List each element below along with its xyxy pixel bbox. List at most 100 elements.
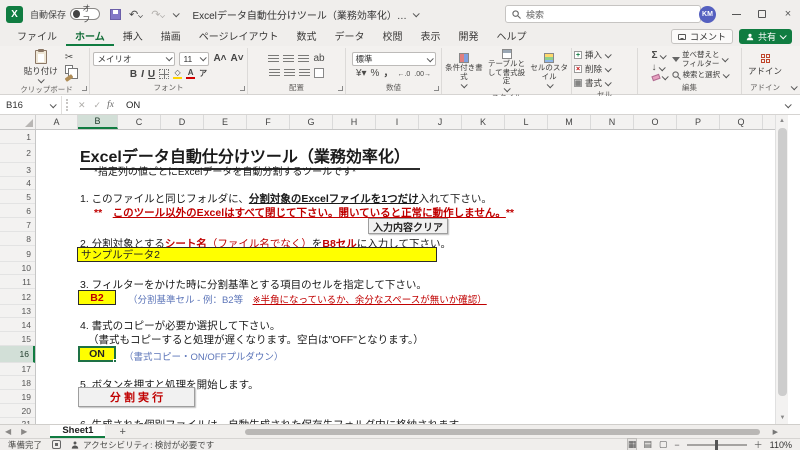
row-header-11[interactable]: 11 [0,275,35,289]
column-header-b[interactable]: B [78,115,118,129]
increase-font-icon[interactable]: A˄ [213,53,226,64]
macro-record-icon[interactable] [52,440,61,449]
copy-icon[interactable] [65,65,73,74]
column-header-h[interactable]: H [333,115,376,129]
column-header-o[interactable]: O [634,115,677,129]
customize-qat-chevron-icon[interactable] [173,10,180,17]
user-avatar[interactable]: KM [699,6,716,23]
ribbon-tab-4[interactable]: ページレイアウト [190,26,288,46]
add-sheet-button[interactable]: + [105,426,139,438]
vertical-scrollbar[interactable]: ▲ ▼ [775,115,788,424]
autosum-button[interactable]: Σ [652,51,665,61]
row-header-8[interactable]: 8 [0,232,35,246]
column-header-m[interactable]: M [548,115,591,129]
row-header-7[interactable]: 7 [0,218,35,232]
ribbon-tab-10[interactable]: ヘルプ [488,26,536,46]
row-header-6[interactable]: 6 [0,204,35,218]
column-header-n[interactable]: N [591,115,634,129]
find-select-button[interactable]: 検索と選択 [672,71,728,80]
row-header-16[interactable]: 16 [0,346,35,363]
ribbon-tab-2[interactable]: 挿入 [114,26,152,46]
page-break-view-icon[interactable]: ▢ [659,439,668,450]
row-header-14[interactable]: 14 [0,318,35,332]
formula-input[interactable]: ON [120,100,785,111]
align-center-icon[interactable] [284,69,295,77]
number-dialog-launcher-icon[interactable] [434,86,439,91]
column-header-g[interactable]: G [290,115,333,129]
percent-format-icon[interactable]: % [371,69,380,79]
phonetic-guide-icon[interactable]: ア [199,70,207,78]
fill-handle[interactable] [113,359,117,363]
collapse-ribbon-chevron-icon[interactable] [791,83,798,90]
column-header-e[interactable]: E [204,115,247,129]
conditional-formatting-button[interactable]: 条件付き書式 [444,53,484,87]
autosave-switch[interactable]: オフ [70,8,100,20]
comma-format-icon[interactable]: ， [383,69,393,79]
addins-icon[interactable] [761,54,770,63]
ribbon-tab-5[interactable]: 数式 [288,26,326,46]
ribbon-tab-9[interactable]: 開発 [450,26,488,46]
insert-function-icon[interactable]: fx [105,100,120,110]
column-header-i[interactable]: I [376,115,419,129]
cell-ref-input-cell[interactable]: B2 [78,290,116,305]
clear-button-ribbon[interactable] [652,75,667,80]
horizontal-scroll-thumb[interactable] [245,429,760,435]
row-header-9[interactable]: 9 [0,246,35,262]
zoom-slider[interactable] [687,444,747,446]
column-header-k[interactable]: K [462,115,505,129]
row-header-15[interactable]: 15 [0,332,35,346]
scroll-up-icon[interactable]: ▲ [776,115,788,127]
row-header-13[interactable]: 13 [0,305,35,318]
document-title[interactable]: Excelデータ自動仕分けツール（業務効率化）… [192,7,417,22]
delete-cells-button[interactable]: ×削除 [574,63,610,75]
scroll-down-icon[interactable]: ▼ [776,412,789,424]
clear-input-button[interactable]: 入力内容クリア [368,218,448,234]
align-left-icon[interactable] [269,69,280,77]
column-header-c[interactable]: C [118,115,161,129]
page-layout-view-icon[interactable]: ▤ [643,439,652,450]
normal-view-icon[interactable]: ▦ [628,439,637,450]
orientation-icon[interactable]: ab [313,54,324,64]
fill-button[interactable]: ↓ [652,63,664,73]
confirm-entry-icon[interactable]: ✓ [90,100,106,111]
ribbon-tab-7[interactable]: 校閲 [374,26,412,46]
column-header-a[interactable]: A [36,115,78,129]
decrease-decimal-icon[interactable]: .00→ [414,71,431,78]
paste-button[interactable]: 貼り付け [20,49,62,84]
vertical-scroll-thumb[interactable] [778,128,787,396]
accessibility-status[interactable]: アクセシビリティ: 検討が必要です [71,439,214,450]
borders-icon[interactable] [159,69,169,79]
comments-button[interactable]: コメント [671,29,733,44]
currency-format-icon[interactable]: ¥▾ [356,69,367,79]
row-header-12[interactable]: 12 [0,289,35,305]
format-cells-button[interactable]: ▦書式 [574,77,610,89]
align-right-icon[interactable] [299,69,310,77]
row-header-4[interactable]: 4 [0,177,35,190]
sheet-nav-right-icon[interactable]: ▶ [16,427,32,436]
cut-icon[interactable]: ✂ [65,53,73,63]
redo-icon[interactable]: ↷ [151,8,165,21]
name-box[interactable]: B16 [0,96,62,114]
merge-cells-icon[interactable] [314,68,324,78]
scroll-right-icon[interactable]: ▶ [773,428,778,436]
row-header-2[interactable]: 2 [0,144,35,163]
close-button[interactable]: × [782,8,794,20]
sheet-name-input-cell[interactable]: サンプルデータ2 [77,247,437,262]
align-bottom-icon[interactable] [298,55,309,63]
format-as-table-button[interactable]: テーブルとして書式設定 [487,49,527,92]
minimize-button[interactable] [730,8,742,20]
maximize-button[interactable] [756,8,768,20]
font-dialog-launcher-icon[interactable] [240,86,245,91]
clipboard-dialog-launcher-icon[interactable] [82,86,87,91]
bold-button[interactable]: B [130,69,137,80]
format-painter-icon[interactable] [65,74,74,82]
ribbon-tab-1[interactable]: ホーム [66,26,114,46]
zoom-in-icon[interactable]: ＋ [754,438,763,450]
sheet-tab-active[interactable]: Sheet1 [50,425,105,438]
zoom-slider-knob[interactable] [715,440,718,450]
number-format-select[interactable]: 標準 [352,52,436,66]
cell-styles-button[interactable]: セルのスタイル [529,53,569,87]
ribbon-tab-3[interactable]: 描画 [152,26,190,46]
expand-formula-bar-chevron-icon[interactable] [785,101,792,108]
run-split-button[interactable]: 分 割 実 行 [78,387,195,407]
